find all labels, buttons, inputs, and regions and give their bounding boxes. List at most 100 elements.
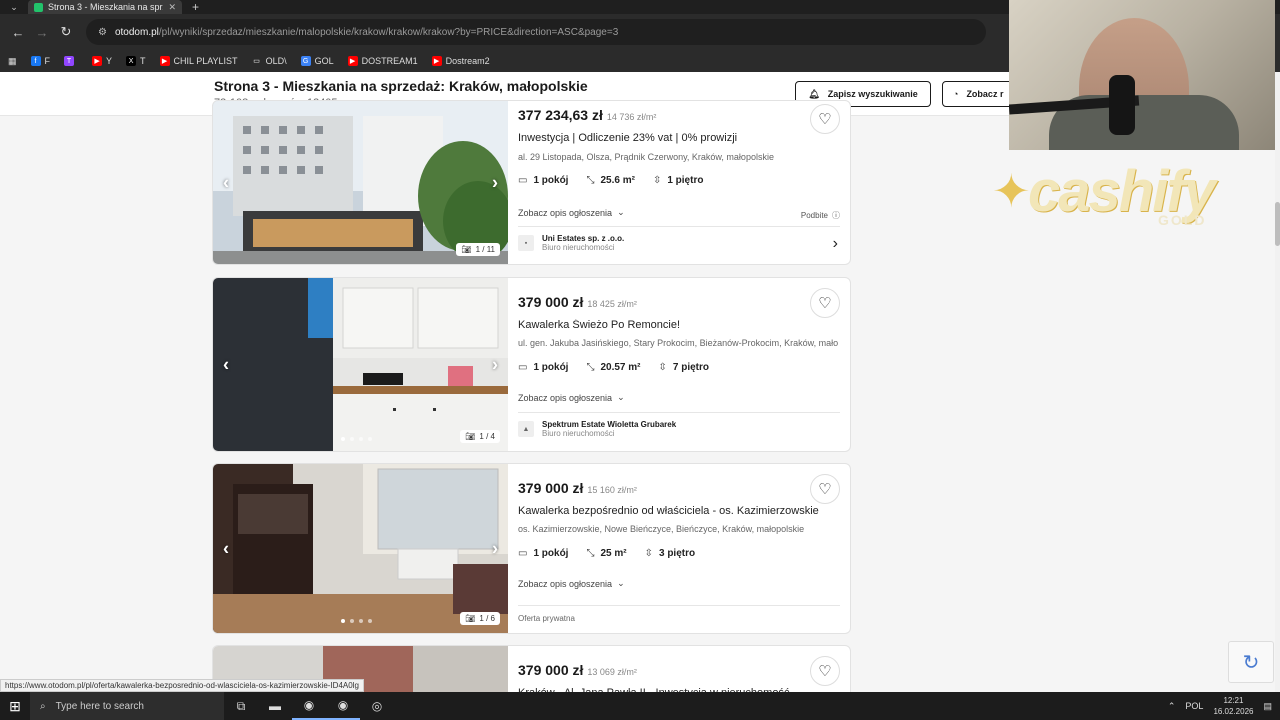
photo-counter: 📷︎ 1 / 11	[456, 243, 500, 256]
area-value: 25 m²	[600, 548, 627, 559]
photo-prev-arrow-icon[interactable]: ‹	[223, 172, 229, 193]
bookmark-item[interactable]: XT	[126, 56, 146, 66]
chrome-profile-icon[interactable]: ◉	[326, 692, 360, 720]
photo-next-arrow-icon[interactable]: ›	[492, 172, 498, 193]
listing-photo[interactable]: ‹ › 📷︎ 1 / 6	[213, 464, 508, 633]
new-tab-icon[interactable]: +	[192, 0, 199, 14]
agency-type: Biuro nieruchomości	[542, 243, 615, 252]
see-description-link[interactable]: Zobacz opis ogłoszenia ⌄	[518, 207, 625, 218]
agency-name: Spektrum Estate Wioletta Grubarek	[542, 420, 677, 429]
photo-next-arrow-icon[interactable]: ›	[492, 538, 498, 559]
see-description-link[interactable]: Zobacz opis ogłoszenia ⌄	[518, 578, 625, 589]
microphone	[1109, 75, 1135, 135]
chevron-right-icon[interactable]: ›	[833, 235, 838, 253]
taskbar-search[interactable]: ⌕ Type here to search	[30, 692, 224, 720]
site-info-icon[interactable]: ⚙	[98, 27, 107, 38]
forward-icon[interactable]: →	[30, 20, 54, 44]
language-indicator[interactable]: POL	[1185, 701, 1203, 711]
scrollbar-thumb[interactable]	[1275, 202, 1280, 246]
rooms-value: 1 pokój	[533, 362, 569, 373]
listing-info: 379 000 zł 15 160 zł/m² ♡ Kawalerka bezpo…	[518, 464, 840, 633]
price-per-m2: 18 425 zł/m²	[587, 299, 637, 309]
bookmark-item[interactable]: fF	[30, 56, 51, 66]
area-icon: ⤡	[586, 175, 595, 186]
windows-taskbar: ⊞ ⌕ Type here to search ⧉ ▬ ◉ ◉ ◎ ⌃ POL …	[0, 692, 1280, 720]
price-per-m2: 15 160 zł/m²	[587, 485, 637, 495]
clock-date: 16.02.2026	[1213, 707, 1254, 716]
tray-expand-icon[interactable]: ⌃	[1168, 701, 1176, 712]
price-per-m2: 13 069 zł/m²	[587, 667, 637, 677]
agency-logo: ▲	[518, 421, 534, 437]
reload-icon[interactable]: ↻	[54, 20, 78, 44]
photo-dots	[341, 619, 372, 623]
windows-start-icon[interactable]: ⊞	[0, 692, 30, 720]
taskbar-search-placeholder: Type here to search	[55, 700, 144, 712]
bookmark-favicon-icon: X	[126, 56, 137, 66]
bookmark-item[interactable]: ▶ CHIL PLAYLIST	[159, 56, 238, 66]
divider	[518, 605, 840, 606]
listing-photo[interactable]: ‹ › 📷︎ 1 / 11	[213, 101, 508, 264]
listing-title[interactable]: Kawalerka Świeżo Po Remoncie!	[518, 319, 838, 331]
building-photo	[213, 101, 508, 264]
rooms-value: 1 pokój	[533, 175, 569, 186]
seller-type: Oferta prywatna	[518, 614, 575, 623]
recaptcha-icon[interactable]: ↻	[1228, 641, 1274, 683]
page-title: Strona 3 - Mieszkania na sprzedaż: Krakó…	[214, 78, 588, 94]
bookmark-label: Dostream2	[445, 56, 490, 66]
address-bar[interactable]: ⚙ otodom.pl/pl/wyniki/sprzedaz/mieszkani…	[86, 19, 986, 45]
see-description-link[interactable]: Zobacz opis ogłoszenia ⌄	[518, 392, 625, 403]
bookmark-item[interactable]: ▭ OLD\	[252, 56, 286, 66]
chrome-icon[interactable]: ◉	[292, 692, 326, 720]
listing-photo[interactable]: ‹ › 📷︎ 1 / 4	[213, 278, 508, 451]
tab-search-icon[interactable]: ⌄	[0, 0, 28, 14]
bookmark-favicon-icon: ▶	[159, 56, 170, 66]
chevron-down-icon: ⌄	[617, 207, 625, 217]
floor-value: 7 piętro	[672, 362, 710, 373]
listing-card[interactable]: ‹ › 📷︎ 1 / 4 379 000 zł 18 425 zł/m² ♡ Kaw…	[212, 277, 851, 452]
room-photo	[213, 464, 508, 633]
webcam-overlay	[1009, 0, 1275, 150]
photo-next-arrow-icon[interactable]: ›	[492, 354, 498, 375]
obs-icon[interactable]: ◎	[360, 692, 394, 720]
info-icon[interactable]: ⓘ	[832, 210, 840, 221]
favorite-heart-icon[interactable]: ♡	[810, 656, 840, 686]
bookmark-item[interactable]: ▶ Y	[92, 56, 112, 66]
notification-icon[interactable]: ▤	[1263, 701, 1272, 712]
listing-info: 379 000 zł 18 425 zł/m² ♡ Kawalerka Śwież…	[518, 278, 840, 451]
task-view-icon[interactable]: ⧉	[224, 692, 258, 720]
photo-counter: 📷︎ 1 / 4	[460, 430, 500, 443]
clock[interactable]: 12:21 16.02.2026	[1213, 695, 1253, 717]
favorite-heart-icon[interactable]: ♡	[810, 104, 840, 134]
rooms-value: 1 pokój	[533, 548, 569, 559]
photo-prev-arrow-icon[interactable]: ‹	[223, 538, 229, 559]
agency-logo: ▪	[518, 235, 534, 251]
area-value: 20.57 m²	[600, 362, 641, 373]
apps-grid-icon[interactable]: ▦	[8, 56, 17, 67]
listing-card[interactable]: ‹ › 📷︎ 1 / 11 377 234,63 zł 14 736 zł/m² ♡…	[212, 100, 851, 265]
page-scrollbar[interactable]	[1275, 72, 1280, 692]
photo-prev-arrow-icon[interactable]: ‹	[223, 354, 229, 375]
photo-dots	[341, 437, 372, 441]
tab-active[interactable]: Strona 3 - Mieszkania na sprzed ✕	[28, 0, 182, 14]
agency-info[interactable]: ▪ Uni Estates sp. z .o.o. Biuro nieruchom…	[518, 234, 624, 252]
close-tab-icon[interactable]: ✕	[168, 2, 176, 13]
camera-icon: 📷︎	[465, 614, 476, 623]
listing-title[interactable]: Kawalerka bezpośrednio od właściciela - …	[518, 505, 838, 517]
listing-title[interactable]: Inwestycja | Odliczenie 23% vat | 0% pro…	[518, 132, 838, 144]
bookmark-item[interactable]: G GOL	[300, 56, 334, 66]
file-explorer-icon[interactable]: ▬	[258, 692, 292, 720]
listing-specs: ▭ 1 pokój ⤡ 25.6 m² ⇳ 1 piętro	[518, 175, 703, 186]
favorite-heart-icon[interactable]: ♡	[810, 474, 840, 504]
bookmark-favicon-icon: ▶	[431, 56, 442, 66]
promoted-badge: Podbite ⓘ	[800, 210, 840, 221]
bookmark-item[interactable]: T	[64, 56, 78, 66]
rooms-icon: ▭	[518, 175, 528, 186]
bookmark-label: F	[44, 56, 51, 66]
agency-info[interactable]: ▲ Spektrum Estate Wioletta Grubarek Biuro…	[518, 420, 676, 438]
bookmark-item[interactable]: ▶ Dostream2	[431, 56, 490, 66]
back-icon[interactable]: ←	[6, 20, 30, 44]
bookmark-label: DOSTREAM1	[361, 56, 418, 66]
listing-card[interactable]: ‹ › 📷︎ 1 / 6 379 000 zł 15 160 zł/m² ♡ Kaw…	[212, 463, 851, 634]
bookmark-item[interactable]: ▶ DOSTREAM1	[347, 56, 418, 66]
favorite-heart-icon[interactable]: ♡	[810, 288, 840, 318]
